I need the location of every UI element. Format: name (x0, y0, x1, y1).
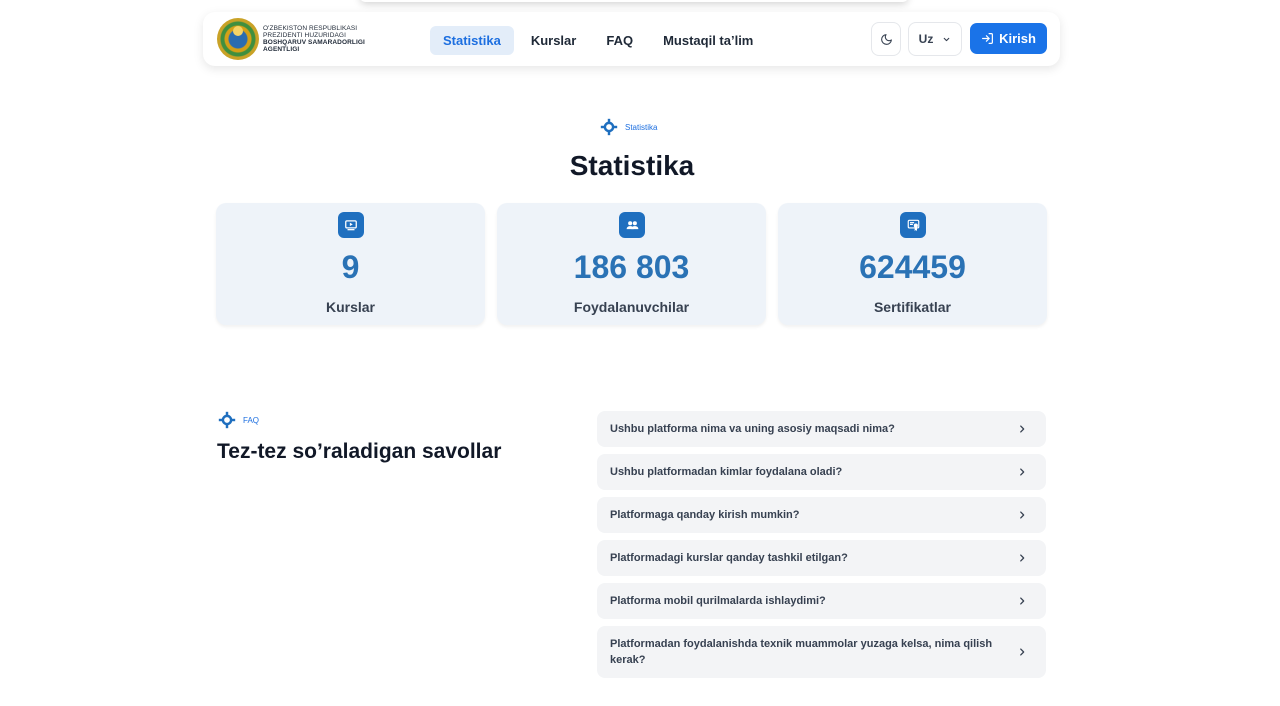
faq-question: Platforma mobil qurilmalarda ishlaydimi? (610, 595, 826, 607)
logo-line: Boshqaruv samaradorligi (263, 39, 365, 46)
nav-item-statistika[interactable]: Statistika (430, 26, 514, 55)
chevron-right-icon (1016, 646, 1028, 658)
agency-logo[interactable]: O'zbekiston Respublikasi Prezidenti huzu… (217, 18, 365, 60)
faq-item[interactable]: Platformadan foydalanishda texnik muammo… (597, 626, 1046, 678)
faq-item[interactable]: Ushbu platformadan kimlar foydalana olad… (597, 454, 1046, 490)
faq-badge-label: FAQ (243, 415, 260, 425)
logo-line: Prezidenti huzuridagi (263, 32, 346, 39)
stat-value: 186 803 (573, 249, 690, 285)
stat-card-users: 186 803 Foydalanuvchilar (497, 203, 766, 325)
stats-badge-label: Statistika (625, 122, 658, 132)
login-label: Kirish (999, 31, 1036, 46)
faq-question: Platformaga qanday kirish mumkin? (610, 509, 800, 521)
theme-toggle-button[interactable] (871, 22, 901, 56)
chevron-down-icon (944, 37, 950, 41)
faq-section-badge: FAQ (217, 411, 259, 429)
stat-label: Sertifikatlar (873, 299, 952, 315)
stats-section-badge: Statistika (599, 118, 657, 136)
certificate-icon (900, 212, 926, 238)
nav-item-kurslar[interactable]: Kurslar (518, 26, 590, 55)
site-header: O'zbekiston Respublikasi Prezidenti huzu… (203, 12, 1060, 66)
language-value: Uz (918, 32, 934, 46)
faq-question: Ushbu platformadan kimlar foydalana olad… (610, 466, 843, 478)
nav-item-faq[interactable]: FAQ (593, 26, 646, 55)
state-emblem-icon (217, 18, 259, 60)
stat-label: Kurslar (325, 299, 376, 315)
users-icon (619, 212, 645, 238)
top-overlay-edge (360, 0, 908, 2)
nav-item-mustaqil-talim[interactable]: Mustaqil ta’lim (650, 26, 766, 55)
chevron-right-icon (1016, 509, 1028, 521)
stats-title: Statistika (569, 150, 695, 181)
logo-line: agentligi (263, 46, 300, 53)
faq-title: Tez-tez so’raladigan savollar (217, 440, 502, 463)
faq-question: Platformadagi kurslar qanday tashkil eti… (610, 552, 848, 564)
logo-line: O'zbekiston Respublikasi (263, 25, 358, 32)
stat-value: 9 (341, 249, 360, 285)
faq-item[interactable]: Ushbu platforma nima va uning asosiy maq… (597, 411, 1046, 447)
stat-value: 624459 (859, 249, 966, 285)
faq-item[interactable]: Platformaga qanday kirish mumkin? (597, 497, 1046, 533)
chevron-right-icon (1016, 595, 1028, 607)
faq-question: Ushbu platforma nima va uning asosiy maq… (610, 423, 895, 435)
faq-question: Platformadan foydalanishda texnik muammo… (610, 638, 993, 666)
video-play-icon (338, 212, 364, 238)
stat-card-certificates: 624459 Sertifikatlar (778, 203, 1047, 325)
faq-list: Ushbu platforma nima va uning asosiy maq… (597, 411, 1046, 685)
logo-text: O'zbekiston Respublikasi Prezidenti huzu… (263, 25, 365, 53)
login-button[interactable]: Kirish (970, 23, 1047, 54)
language-select[interactable]: Uz (908, 22, 962, 56)
moon-icon (880, 33, 892, 45)
chevron-right-icon (1016, 423, 1028, 435)
stat-label: Foydalanuvchilar (573, 299, 690, 315)
faq-item[interactable]: Platformadagi kurslar qanday tashkil eti… (597, 540, 1046, 576)
gear-badge-icon (218, 411, 236, 429)
chevron-right-icon (1016, 552, 1028, 564)
main-nav: Statistika Kurslar FAQ Mustaqil ta’lim (430, 26, 770, 55)
faq-item[interactable]: Platforma mobil qurilmalarda ishlaydimi? (597, 583, 1046, 619)
chevron-right-icon (1016, 466, 1028, 478)
login-icon (982, 33, 994, 44)
gear-badge-icon (600, 118, 618, 136)
stat-card-courses: 9 Kurslar (216, 203, 485, 325)
